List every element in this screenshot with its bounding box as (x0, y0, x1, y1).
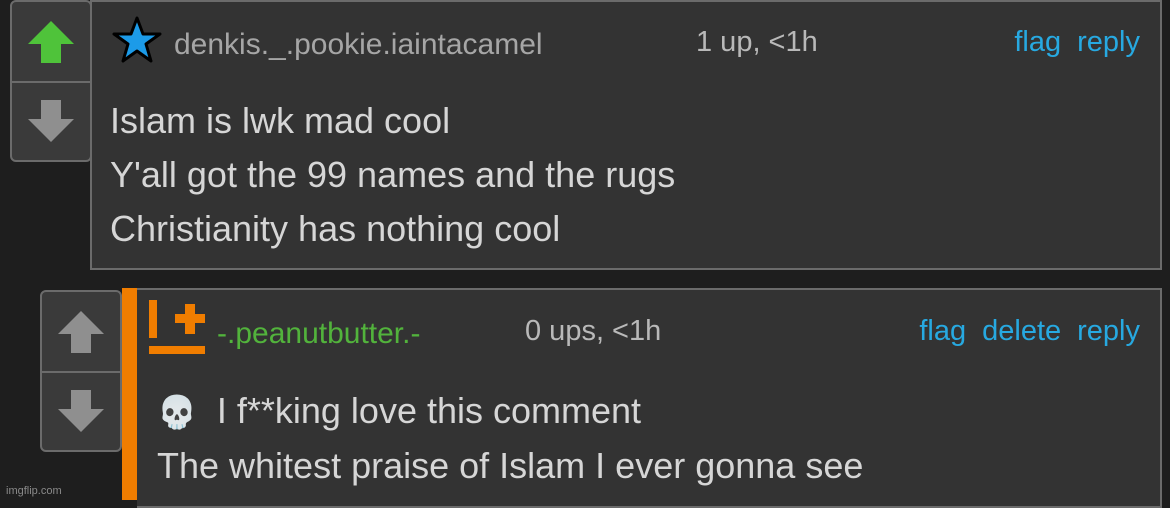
points-time: 1 up, <1h (696, 26, 818, 58)
arrow-up-icon (28, 20, 74, 63)
reply-link[interactable]: reply (1077, 315, 1140, 348)
comment-line: 💀 I f**king love this comment (157, 384, 863, 439)
comment-1: denkis._.pookie.iaintacamel 1 up, <1h fl… (90, 0, 1162, 270)
comment-body: Islam is lwk mad cool Y'all got the 99 n… (110, 94, 675, 256)
skull-emoji-icon: 💀 (157, 394, 197, 430)
badge-plus-icon (149, 300, 205, 354)
arrow-down-icon (58, 389, 104, 432)
delete-link[interactable]: delete (982, 315, 1061, 348)
comment-line: Islam is lwk mad cool (110, 100, 451, 141)
star-icon (112, 16, 162, 63)
comment-actions: flag reply (1014, 26, 1140, 59)
vote-box-comment-2 (40, 290, 122, 452)
vote-box-comment-1 (10, 0, 92, 162)
downvote-button[interactable] (42, 371, 120, 450)
comment-body: 💀 I f**king love this comment The whites… (157, 384, 863, 493)
flag-link[interactable]: flag (1014, 26, 1061, 59)
comment-text: I f**king love this comment (216, 390, 642, 431)
points-time: 0 ups, <1h (525, 315, 662, 347)
upvote-button[interactable] (42, 292, 120, 373)
arrow-down-icon (28, 99, 74, 142)
comment-line: Christianity has nothing cool (110, 208, 561, 249)
reply-accent-bar (122, 288, 137, 500)
comment-line: Y'all got the 99 names and the rugs (110, 154, 676, 195)
arrow-up-icon (58, 310, 104, 353)
flag-link[interactable]: flag (919, 315, 966, 348)
watermark: imgflip.com (6, 485, 62, 497)
comment-line: The whitest praise of Islam I ever gonna… (157, 445, 864, 486)
comment-2: -.peanutbutter.- 0 ups, <1h flag delete … (137, 288, 1162, 508)
downvote-button[interactable] (12, 81, 90, 160)
username[interactable]: -.peanutbutter.- (217, 317, 420, 351)
upvote-button[interactable] (12, 2, 90, 83)
reply-link[interactable]: reply (1077, 26, 1140, 59)
comment-actions: flag delete reply (919, 315, 1140, 348)
username[interactable]: denkis._.pookie.iaintacamel (174, 28, 543, 62)
